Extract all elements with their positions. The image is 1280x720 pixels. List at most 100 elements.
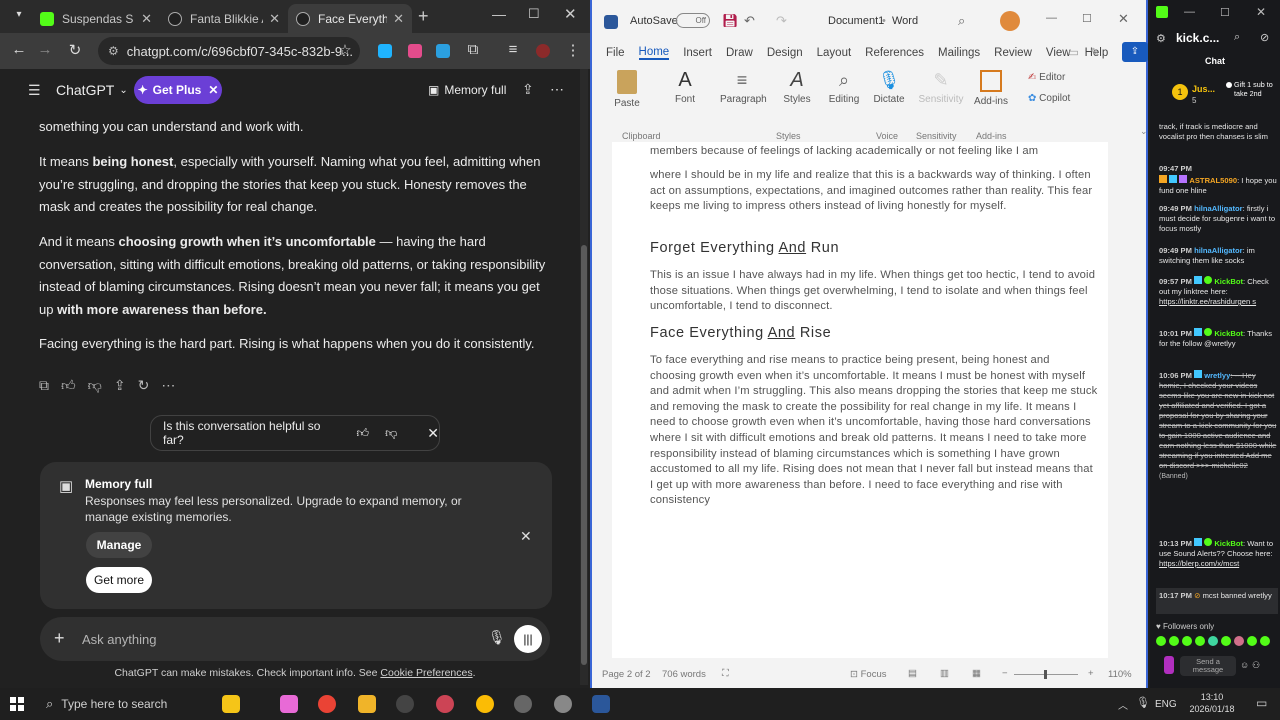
- ribbon-collapse-icon[interactable]: ⌄: [1140, 126, 1148, 137]
- zoom-level[interactable]: 110%: [1108, 669, 1132, 680]
- document-page[interactable]: members because of feelings of lacking a…: [612, 142, 1108, 658]
- paste-button[interactable]: Paste: [612, 70, 642, 109]
- tab-view[interactable]: View: [1046, 47, 1071, 59]
- save-icon[interactable]: 💾︎: [722, 13, 739, 29]
- close-window-icon[interactable]: ✕: [1118, 11, 1129, 27]
- tab-fanta[interactable]: Fanta Blikkie Afv ✕: [160, 4, 288, 33]
- scrollbar-thumb[interactable]: [581, 245, 587, 665]
- search-icon[interactable]: ⌕: [958, 13, 965, 29]
- extension-icon[interactable]: [408, 44, 422, 58]
- chrome-icon[interactable]: [318, 695, 336, 713]
- close-icon[interactable]: ✕: [427, 425, 439, 442]
- zoom-out-icon[interactable]: −: [1002, 668, 1008, 679]
- thumbs-down-icon[interactable]: 👎︎: [88, 377, 102, 394]
- site-info-icon[interactable]: ⚙: [108, 44, 119, 58]
- voice-mode-icon[interactable]: |||: [514, 625, 542, 653]
- memory-full-indicator[interactable]: ▣ Memory full: [428, 83, 506, 97]
- emote-icon[interactable]: [1247, 636, 1257, 646]
- web-layout-icon[interactable]: ▦: [972, 668, 981, 679]
- undo-icon[interactable]: ↶: [744, 13, 755, 29]
- word-count[interactable]: 706 words: [662, 669, 706, 680]
- chrome-icon[interactable]: [476, 695, 494, 713]
- microphone-icon[interactable]: 🎙︎: [488, 629, 506, 646]
- close-window-icon[interactable]: ✕: [1256, 5, 1266, 19]
- redo-icon[interactable]: ↷: [776, 13, 787, 29]
- tab-insert[interactable]: Insert: [683, 47, 712, 59]
- editing-button[interactable]: ⌕ Editing: [826, 70, 862, 105]
- tab-home[interactable]: Home: [638, 46, 670, 60]
- font-button[interactable]: A Font: [670, 70, 700, 105]
- notifications-icon[interactable]: ▭: [1256, 696, 1267, 710]
- browser-menu-icon[interactable]: ⋮: [560, 41, 586, 59]
- paragraph-button[interactable]: ≡ Paragraph: [720, 70, 767, 105]
- minimize-icon[interactable]: —: [492, 6, 506, 22]
- thumbs-up-icon[interactable]: 👍︎: [61, 377, 76, 394]
- manage-button[interactable]: Manage: [86, 532, 152, 558]
- taskbar-search[interactable]: ⌕ Type here to search: [38, 691, 198, 717]
- addins-button[interactable]: Add-ins: [970, 70, 1012, 107]
- avatar[interactable]: [1000, 11, 1020, 31]
- add-attachment-icon[interactable]: +: [54, 628, 65, 649]
- maximize-icon[interactable]: ☐: [1220, 6, 1230, 19]
- close-icon[interactable]: ✕: [520, 528, 532, 545]
- copy-icon[interactable]: ⧉: [39, 377, 49, 394]
- tab-list-icon[interactable]: ▾: [6, 9, 32, 20]
- accessibility-icon[interactable]: ⛶: [722, 668, 729, 679]
- model-selector[interactable]: ChatGPT ⌄: [56, 82, 128, 98]
- print-layout-icon[interactable]: ▥: [940, 668, 949, 679]
- dictate-button[interactable]: 🎙︎ Dictate: [872, 70, 906, 105]
- emote-icon[interactable]: [1195, 636, 1205, 646]
- chat-input[interactable]: Send a message: [1180, 656, 1236, 676]
- minimize-icon[interactable]: —: [1046, 12, 1057, 24]
- tab-layout[interactable]: Layout: [817, 47, 852, 59]
- get-more-button[interactable]: Get more: [86, 567, 152, 593]
- settings-icon[interactable]: [514, 695, 532, 713]
- photos-icon[interactable]: [280, 695, 298, 713]
- close-tab-icon[interactable]: ✕: [141, 11, 152, 27]
- extension-icon[interactable]: [436, 44, 450, 58]
- tab-design[interactable]: Design: [767, 47, 803, 59]
- app-icon[interactable]: [436, 695, 454, 713]
- tab-draw[interactable]: Draw: [726, 47, 753, 59]
- emote-icon[interactable]: [1208, 636, 1218, 646]
- sensitivity-button[interactable]: ✎ Sensitivity: [918, 70, 964, 105]
- emoji-icon[interactable]: ☺: [1240, 660, 1249, 670]
- back-icon[interactable]: ←: [6, 41, 32, 58]
- close-window-icon[interactable]: ✕: [564, 5, 577, 23]
- thumbs-up-icon[interactable]: 👍︎: [357, 426, 370, 441]
- emote-icon[interactable]: [1221, 636, 1231, 646]
- tab-mailings[interactable]: Mailings: [938, 47, 980, 59]
- settings-icon[interactable]: ⚙: [1156, 32, 1166, 45]
- address-bar[interactable]: ⚙ chatgpt.com/c/696cbf07-345c-832b-9...: [98, 37, 360, 65]
- comments-icon[interactable]: ▭: [1068, 45, 1079, 59]
- language-indicator[interactable]: ENG: [1155, 699, 1177, 710]
- send-icon[interactable]: ⚇: [1252, 660, 1260, 671]
- widget-icon[interactable]: [222, 695, 240, 713]
- maximize-icon[interactable]: ☐: [528, 6, 540, 22]
- microphone-icon[interactable]: 🎙︎: [1136, 696, 1150, 709]
- composer[interactable]: + Ask anything 🎙︎ |||: [40, 617, 550, 661]
- pinned-user[interactable]: Jus...: [1192, 84, 1215, 94]
- regenerate-icon[interactable]: ↻: [138, 377, 150, 394]
- profile-avatar[interactable]: [536, 44, 550, 58]
- tab-suspendas[interactable]: Suspendas S ✕: [32, 4, 160, 33]
- search-icon[interactable]: ⌕: [1234, 31, 1240, 44]
- ask-input[interactable]: Ask anything: [82, 632, 156, 647]
- editor-button[interactable]: ✍︎ Editor: [1028, 72, 1088, 83]
- tray-chevron-icon[interactable]: ︿: [1118, 697, 1128, 712]
- reload-icon[interactable]: ↻: [62, 41, 88, 59]
- more-icon[interactable]: ⋯: [161, 377, 175, 394]
- extensions-puzzle-icon[interactable]: ⧉: [460, 41, 486, 58]
- minimize-icon[interactable]: —: [1184, 6, 1195, 18]
- page-count[interactable]: Page 2 of 2: [602, 669, 651, 680]
- app-icon[interactable]: [554, 695, 572, 713]
- bookmark-star-icon[interactable]: ☆: [332, 41, 358, 59]
- share-button[interactable]: ⇪: [1122, 42, 1148, 62]
- tab-review[interactable]: Review: [994, 47, 1032, 59]
- autosave-toggle[interactable]: Off: [676, 13, 710, 28]
- chat-scrollbar[interactable]: [580, 69, 588, 685]
- editing-mode-icon[interactable]: ✎: [1090, 45, 1100, 59]
- channel-points-icon[interactable]: [1164, 656, 1174, 674]
- focus-button[interactable]: ⊡ Focus: [850, 669, 886, 680]
- emote-icon[interactable]: [1234, 636, 1244, 646]
